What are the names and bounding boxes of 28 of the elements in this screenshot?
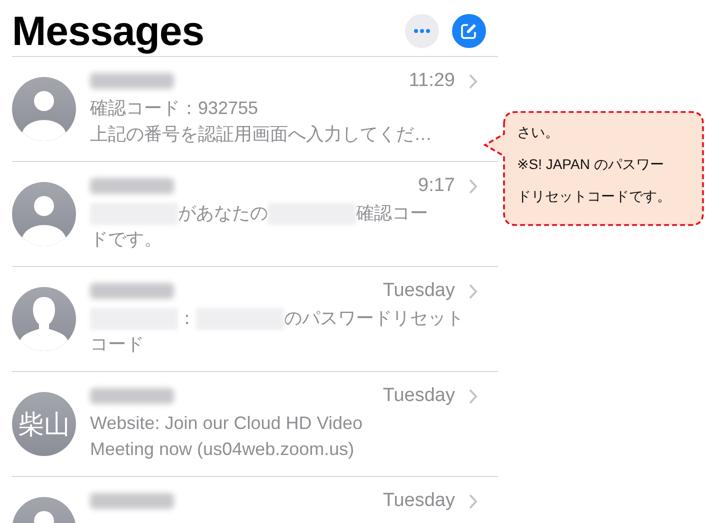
more-icon [414, 29, 430, 33]
chevron-icon [469, 74, 478, 88]
message-time: Tuesday [382, 490, 455, 512]
conversation-row[interactable]: Tuesday [12, 476, 498, 523]
compose-button[interactable] [452, 14, 486, 48]
chevron-icon [469, 178, 478, 194]
chevron-icon [469, 388, 478, 404]
compose-icon [460, 22, 478, 40]
more-button[interactable] [405, 14, 439, 48]
message-preview: Website: Join our Cloud HD Video Meeting now (us04web.zoom.us) [90, 412, 364, 461]
callout-text: ドリセットコードです。 [517, 187, 671, 206]
chevron-icon [469, 494, 478, 508]
conversation-row[interactable]: 11:29 確認コード：932755 上記の番号を認証用画面へ入力してくだ… [12, 56, 498, 161]
conversation-row[interactable]: 9:17 があなたの 確認コー ドです。 [12, 161, 498, 266]
conversation-row[interactable]: Tuesday ： のパスワードリセット コード [12, 266, 498, 371]
callout-text: ※S! JAPAN のパスワー [517, 155, 665, 174]
message-time: 11:29 [408, 70, 455, 92]
message-preview: ： のパスワードリセット コード [90, 307, 465, 356]
conversation-row[interactable]: 柴山 Tuesday Website: Join our Cloud HD Video Meeting now (us04web.zoom.us) [12, 371, 498, 476]
message-time: Tuesday [382, 280, 455, 302]
callout-text: さい。 [517, 123, 560, 142]
page-title: Messages [12, 8, 206, 54]
chevron-icon [469, 284, 478, 298]
avatar: 柴山 [12, 392, 76, 456]
message-preview: があなたの 確認コー ドです。 [90, 202, 429, 251]
message-time: Tuesday [382, 385, 455, 407]
message-time: 9:17 [418, 175, 455, 197]
message-preview: 確認コード：932755 上記の番号を認証用画面へ入力してくだ… [90, 97, 433, 146]
